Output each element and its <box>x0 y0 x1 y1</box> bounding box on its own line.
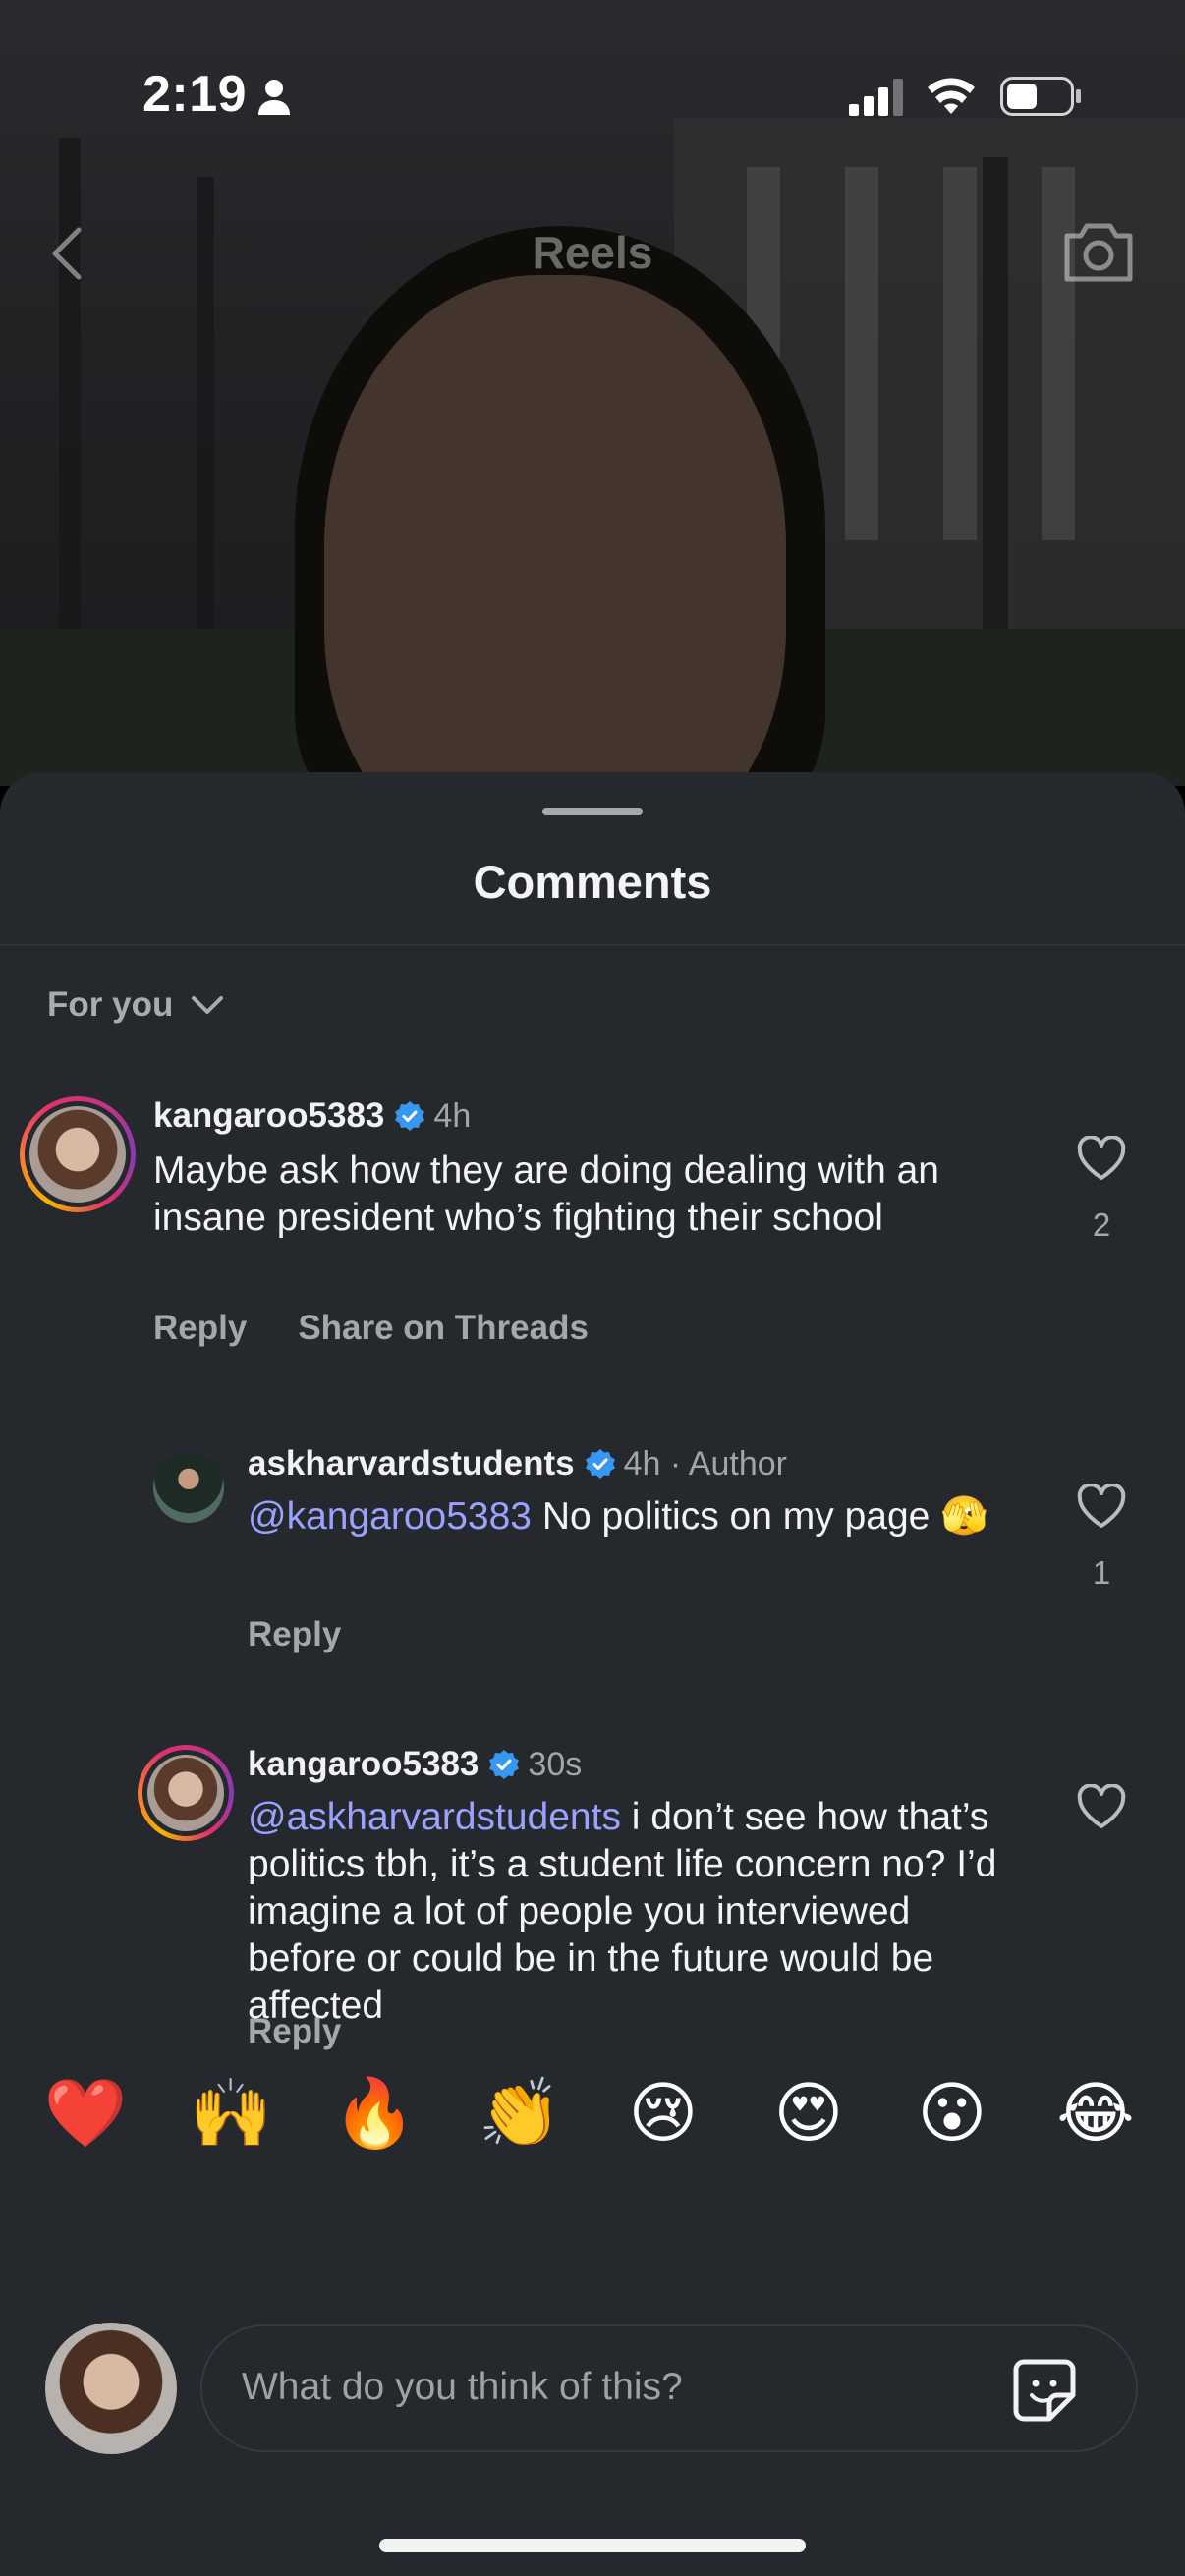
emoji-crying-button[interactable]: 😢 <box>619 2065 707 2163</box>
person-icon <box>258 80 290 115</box>
reels-header: Reels <box>0 206 1185 305</box>
filter-label: For you <box>47 985 174 1024</box>
emoji-heart-button[interactable]: ❤️ <box>41 2065 130 2163</box>
emoji-quick-reactions: ❤️ 🙌 🔥 👏 😢 😍 😮 😂 <box>0 2065 1185 2163</box>
status-bar: 2:19 <box>0 0 1185 187</box>
like-count: 1 <box>1092 1554 1111 1591</box>
comment-timestamp: 4h <box>433 1096 472 1135</box>
camera-icon[interactable] <box>1061 216 1136 287</box>
sheet-title: Comments <box>473 856 712 908</box>
mention-link[interactable]: @kangaroo5383 <box>248 1495 532 1538</box>
comment-filter-dropdown[interactable]: For you <box>47 980 224 1030</box>
comment-body: No politics on my page 🫣 <box>531 1495 988 1538</box>
emoji-heart-eyes-button[interactable]: 😍 <box>764 2065 853 2163</box>
my-avatar <box>45 2323 177 2454</box>
emoji-clap-button[interactable]: 👏 <box>476 2065 564 2163</box>
comment-timestamp: 30s <box>528 1745 583 1783</box>
cellular-signal-icon <box>849 79 903 116</box>
chevron-down-icon <box>192 996 224 1014</box>
comment-text: @kangaroo5383 No politics on my page 🫣 <box>248 1493 1034 1540</box>
reply-button[interactable]: Reply <box>248 1615 341 1654</box>
mention-link[interactable]: @askharvardstudents <box>248 1796 621 1838</box>
comment-input[interactable]: What do you think of this? <box>200 2324 1138 2452</box>
reply-button[interactable]: Reply <box>248 2012 341 2051</box>
comment-text: @askharvardstudents i don’t see how that… <box>248 1794 1024 2030</box>
battery-icon <box>1000 77 1081 116</box>
home-indicator[interactable] <box>379 2539 806 2552</box>
like-heart-icon[interactable] <box>1077 1136 1126 1181</box>
comment-username[interactable]: kangaroo5383 <box>153 1096 384 1136</box>
comments-sheet: Comments For you kangaroo5383 4h Maybe a… <box>0 772 1185 2576</box>
verified-badge-icon <box>395 1101 425 1131</box>
like-heart-icon[interactable] <box>1077 1484 1126 1529</box>
emoji-raised-hands-button[interactable]: 🙌 <box>187 2065 275 2163</box>
wifi-icon <box>928 78 975 114</box>
like-heart-icon[interactable] <box>1077 1784 1126 1829</box>
verified-badge-icon <box>489 1750 520 1779</box>
comment-input-placeholder: What do you think of this? <box>242 2366 683 2408</box>
comment-composer: What do you think of this? <box>0 2323 1185 2470</box>
avatar[interactable] <box>138 1745 234 1841</box>
comment-composer <box>0 1340 1185 1487</box>
sheet-grabber[interactable] <box>542 808 643 815</box>
reply-item: kangaroo5383 30s @askharvardstudents i d… <box>0 1745 1185 2099</box>
comment-username[interactable]: kangaroo5383 <box>248 1745 479 1784</box>
comment-text: Maybe ask how they are doing dealing wit… <box>153 1149 939 1239</box>
reels-title: Reels <box>532 227 653 278</box>
like-count: 2 <box>1092 1206 1111 1243</box>
emoji-laughing-button[interactable]: 😂 <box>1051 2065 1140 2163</box>
divider <box>0 944 1185 946</box>
status-time: 2:19 <box>142 66 248 123</box>
emoji-fire-button[interactable]: 🔥 <box>330 2065 419 2163</box>
avatar[interactable] <box>20 1096 136 1212</box>
emoji-surprised-button[interactable]: 😮 <box>908 2065 996 2163</box>
sticker-icon[interactable] <box>1010 2356 1079 2425</box>
